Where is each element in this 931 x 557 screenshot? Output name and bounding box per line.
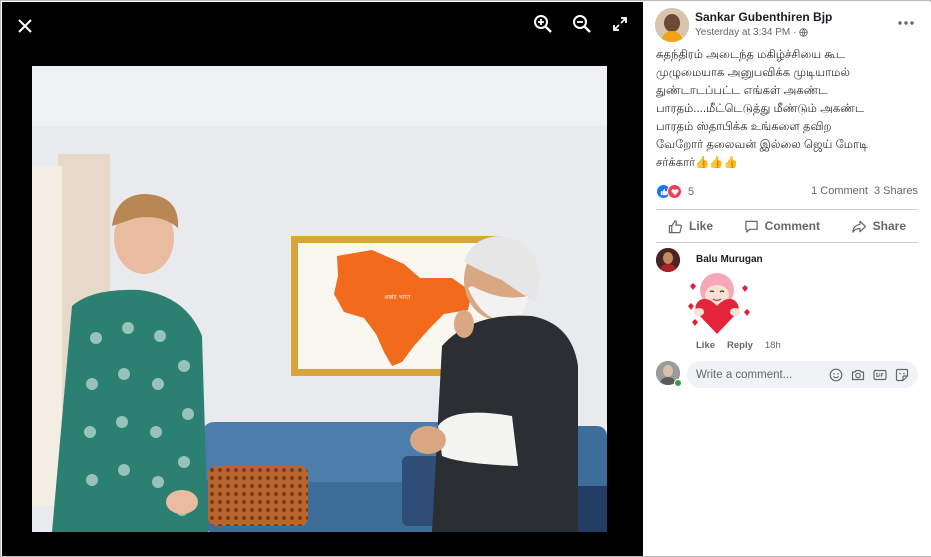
comment-age[interactable]: 18h <box>765 340 781 351</box>
emoji-icon <box>829 368 843 381</box>
photo-viewer: अखंड भारत <box>2 2 643 556</box>
reactions-summary[interactable]: 5 <box>656 184 694 199</box>
comment-icon <box>744 220 758 233</box>
map-label: अखंड भारत <box>384 294 411 301</box>
fullscreen-icon <box>613 17 627 31</box>
zoom-in-button[interactable] <box>530 11 556 37</box>
comment-button[interactable]: Comment <box>732 217 832 236</box>
globe-icon <box>799 28 809 37</box>
zoom-in-icon <box>534 15 552 33</box>
camera-icon <box>851 369 865 380</box>
share-button[interactable]: Share <box>839 217 918 236</box>
sticker-image <box>688 273 750 334</box>
commenter-name[interactable]: Balu Murugan <box>696 254 763 265</box>
comment-reply-link[interactable]: Reply <box>727 340 753 351</box>
share-label: Share <box>872 219 906 233</box>
comment-like-link[interactable]: Like <box>696 340 715 351</box>
shares-count-link[interactable]: 3 Shares <box>874 185 918 197</box>
post-panel: Sankar Gubenthiren Bjp Yesterday at 3:34… <box>644 2 931 556</box>
timestamp-text: Yesterday at 3:34 PM · <box>695 27 797 38</box>
reaction-count: 5 <box>688 185 695 198</box>
thumbs-up-icon <box>668 219 682 233</box>
more-options-button[interactable] <box>895 14 917 32</box>
close-button[interactable] <box>12 13 38 39</box>
like-button[interactable]: Like <box>656 217 725 236</box>
gif-icon <box>873 369 887 380</box>
photo-post-window: अखंड भारत Sankar Gubenthiren Bjp Yesterd… <box>0 0 931 557</box>
divider <box>656 242 918 243</box>
comment-input[interactable]: Write a comment... <box>687 361 918 388</box>
comment-label: Comment <box>764 219 820 233</box>
post-timestamp[interactable]: Yesterday at 3:34 PM · <box>695 27 809 38</box>
commenter-avatar-image <box>656 248 680 272</box>
commenter-avatar[interactable] <box>656 248 680 272</box>
zoom-out-icon <box>573 15 591 33</box>
composer-tools <box>828 367 910 383</box>
zoom-out-button[interactable] <box>569 11 595 37</box>
photo-scene: अखंड भारत <box>32 66 607 532</box>
divider <box>656 209 918 210</box>
camera-button[interactable] <box>850 367 866 383</box>
heart-hug-sticker <box>684 268 750 338</box>
like-label: Like <box>689 219 714 233</box>
fullscreen-button[interactable] <box>607 11 633 37</box>
avatar-image <box>655 8 689 42</box>
post-stats: 1 Comment 3 Shares <box>811 185 918 197</box>
more-icon <box>898 21 914 25</box>
post-action-bar: Like Comment Share <box>656 212 918 240</box>
love-reaction-icon <box>667 184 682 199</box>
comments-count-link[interactable]: 1 Comment <box>811 185 868 197</box>
sticker-button[interactable] <box>894 367 910 383</box>
sticker-icon <box>895 368 909 381</box>
close-icon <box>18 19 32 33</box>
comment-input-placeholder: Write a comment... <box>696 368 793 381</box>
emoji-button[interactable] <box>828 367 844 383</box>
gif-button[interactable] <box>872 367 888 383</box>
share-icon <box>851 220 866 233</box>
author-name[interactable]: Sankar Gubenthiren Bjp <box>695 10 832 24</box>
online-status-dot <box>674 379 682 387</box>
post-body-text: சுதந்திரம் அடைந்த மகிழ்ச்சியை கூட முழுமை… <box>656 49 869 169</box>
post-photo[interactable]: अखंड भारत <box>32 66 607 532</box>
author-avatar[interactable] <box>655 8 689 42</box>
comment-actions: Like Reply 18h <box>696 340 781 351</box>
